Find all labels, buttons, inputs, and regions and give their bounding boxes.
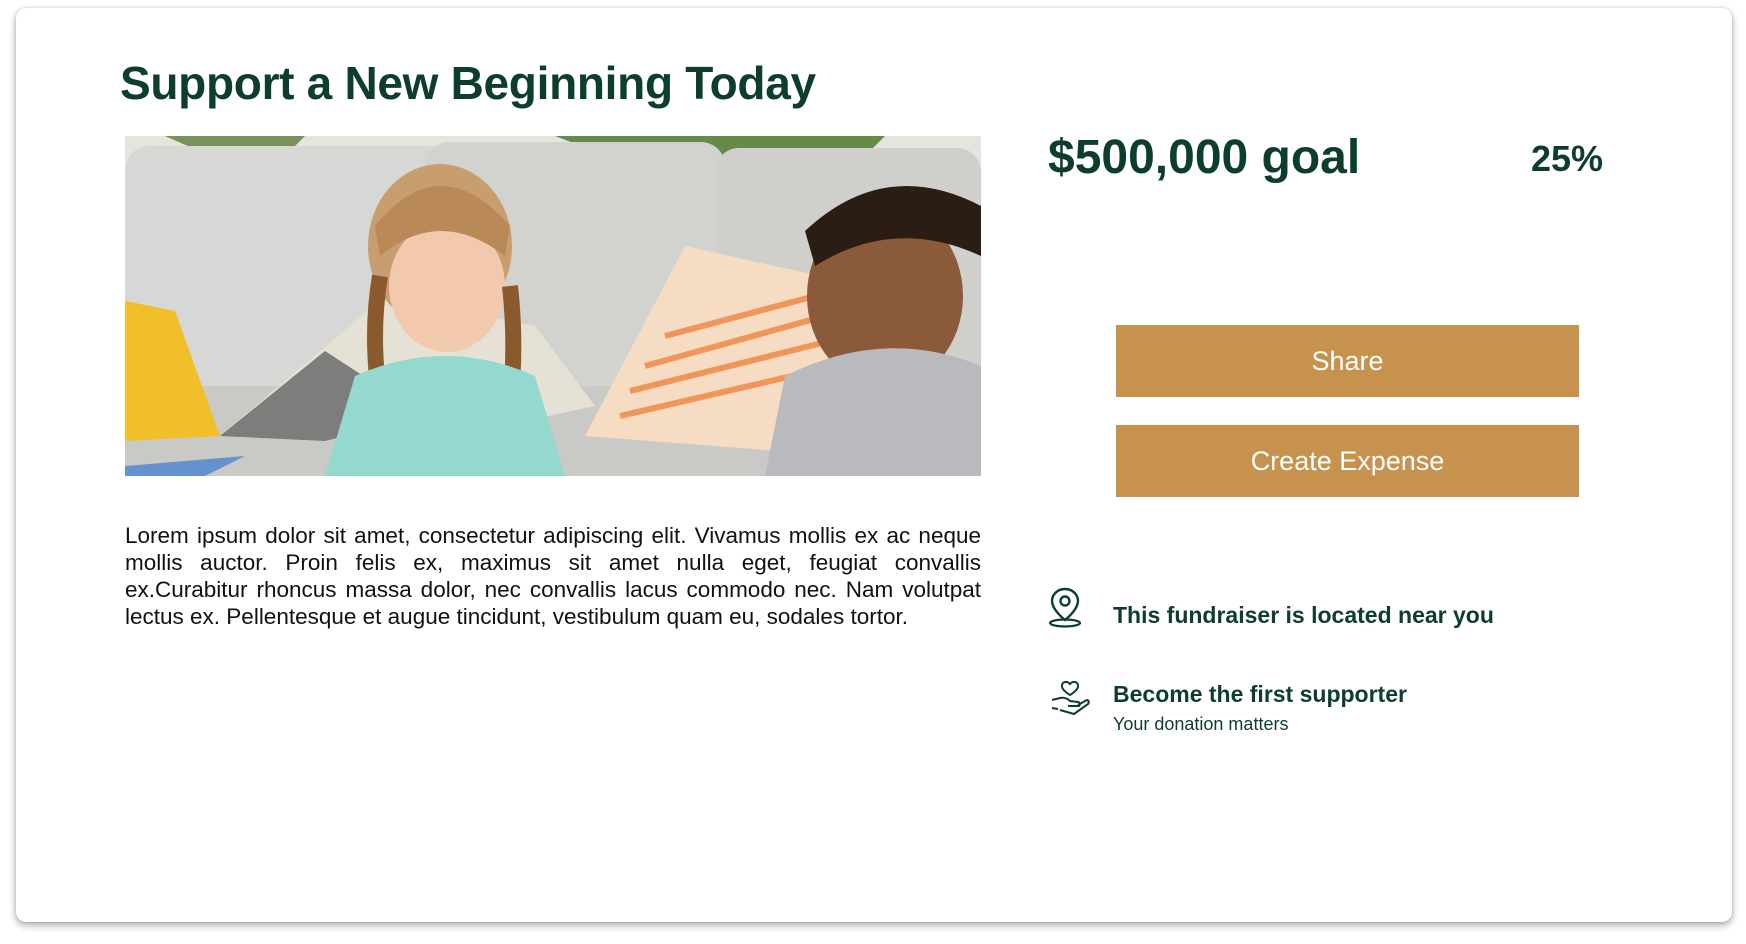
goal-amount: $500,000 goal — [1048, 131, 1361, 184]
fundraiser-card: Support a New Beginning Today Lorem ipsu… — [16, 8, 1732, 922]
supporter-heading: Become the first supporter — [1113, 681, 1407, 707]
location-note: This fundraiser is located near you — [1113, 602, 1494, 628]
page-title: Support a New Beginning Today — [120, 57, 816, 109]
map-pin-icon — [1046, 586, 1084, 633]
fundraiser-description: Lorem ipsum dolor sit amet, consectetur … — [125, 523, 981, 629]
goal-progress-percent: 25% — [1531, 138, 1604, 179]
share-button[interactable]: Share — [1116, 325, 1579, 397]
fundraiser-photo — [125, 136, 981, 476]
create-expense-button[interactable]: Create Expense — [1116, 425, 1579, 497]
hand-heart-icon — [1048, 678, 1092, 725]
supporter-subtitle: Your donation matters — [1113, 714, 1289, 734]
